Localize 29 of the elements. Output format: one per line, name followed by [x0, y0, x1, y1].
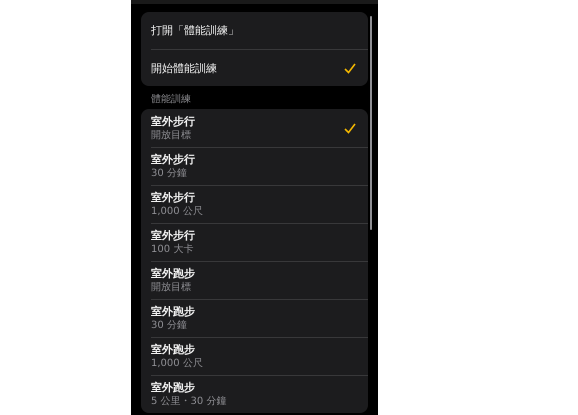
workout-title: 室外跑步 [151, 267, 195, 281]
action-item[interactable]: 打開「體能訓練」 [151, 12, 368, 49]
workout-title: 室外跑步 [151, 343, 195, 357]
workout-detail: 30 分鐘 [151, 320, 187, 332]
workout-title: 室外步行 [151, 153, 195, 167]
action-label: 打開「體能訓練」 [151, 23, 239, 38]
workout-title: 室外步行 [151, 229, 195, 243]
workout-title: 室外跑步 [151, 381, 195, 395]
workout-item[interactable]: 室外步行 開放目標 [151, 109, 368, 147]
action-item[interactable]: 開始體能訓練 [151, 49, 368, 86]
workout-title: 室外跑步 [151, 305, 195, 319]
section-header: 體能訓練 [151, 92, 191, 106]
workout-item[interactable]: 室外跑步 30 分鐘 [151, 299, 368, 337]
workout-item[interactable]: 室外步行 1,000 公尺 [151, 185, 368, 223]
action-label: 開始體能訓練 [151, 60, 217, 76]
workout-item[interactable]: 室外跑步 5 公里・30 分鐘 [151, 375, 368, 413]
workout-title: 室外步行 [151, 114, 195, 128]
workout-detail: 開放目標 [151, 130, 191, 142]
workout-detail: 1,000 公尺 [151, 206, 203, 218]
workout-title: 室外步行 [151, 191, 195, 205]
workout-detail: 100 大卡 [151, 244, 194, 256]
workout-detail: 30 分鐘 [151, 168, 187, 180]
workout-detail: 5 公里・30 分鐘 [151, 396, 226, 408]
workout-item[interactable]: 室外步行 100 大卡 [151, 223, 368, 261]
workout-item[interactable]: 室外跑步 1,000 公尺 [151, 337, 368, 375]
workout-item[interactable]: 室外步行 30 分鐘 [151, 147, 368, 185]
workout-detail: 1,000 公尺 [151, 358, 203, 370]
workout-item[interactable]: 室外跑步 開放目標 [151, 261, 368, 299]
workout-detail: 開放目標 [151, 282, 191, 294]
